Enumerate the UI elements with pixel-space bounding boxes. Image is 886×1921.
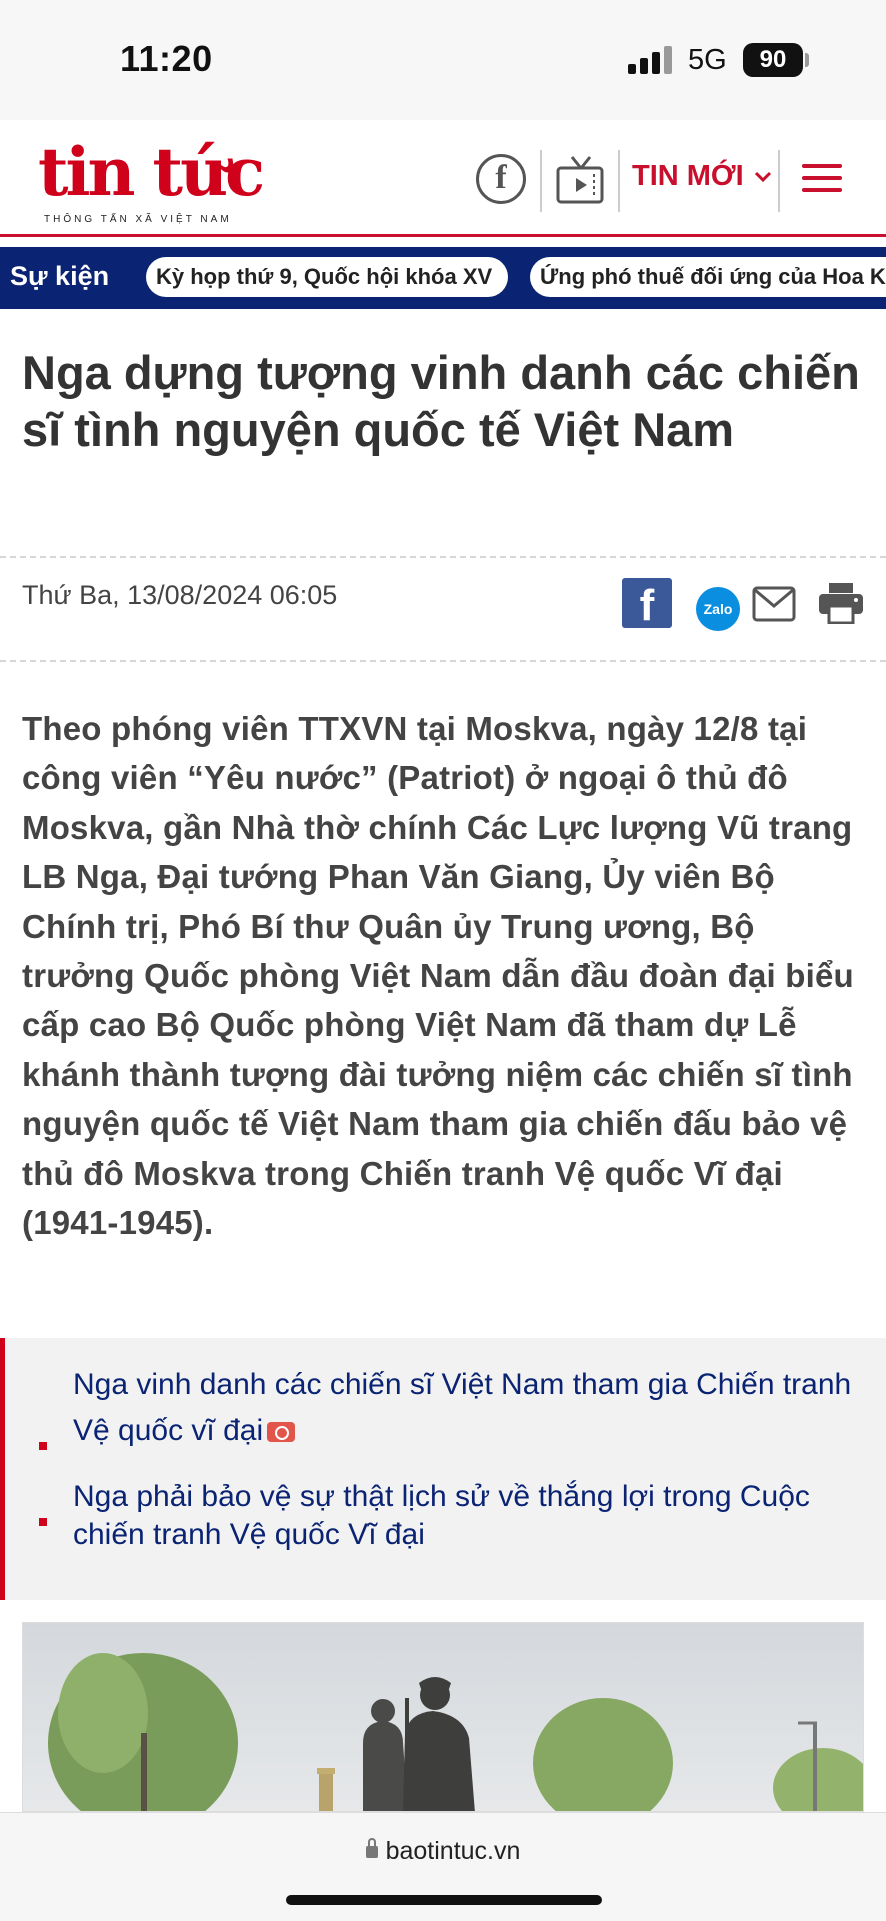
mail-share-icon[interactable]	[752, 586, 796, 622]
browser-bottom-bar: baotintuc.vn	[0, 1812, 886, 1921]
network-type: 5G	[688, 44, 727, 76]
divider	[778, 150, 780, 212]
divider	[618, 150, 620, 212]
related-link-text[interactable]: Nga vinh danh các chiến sĩ Việt Nam tham…	[73, 1368, 851, 1447]
signal-icon	[628, 46, 674, 74]
bullet	[39, 1518, 47, 1526]
status-bar: 11:20 5G 90	[0, 0, 886, 120]
related-articles: Nga vinh danh các chiến sĩ Việt Nam tham…	[0, 1338, 886, 1600]
status-time: 11:20	[120, 38, 213, 79]
article-title: Nga dựng tượng vinh danh các chiến sĩ tì…	[22, 346, 860, 456]
chevron-down-icon	[754, 172, 771, 183]
divider	[540, 150, 542, 212]
site-header: tin tức THÔNG TẤN XÃ VIỆT NAM f TIN MỚI	[0, 120, 886, 237]
divider	[0, 660, 886, 662]
article-lead: Theo phóng viên TTXVN tại Moskva, ngày 1…	[22, 710, 854, 1242]
event-tag[interactable]: Ứng phó thuế đối ứng của Hoa Kỳ	[530, 257, 886, 297]
battery-icon: 90	[743, 43, 803, 77]
event-tag[interactable]: Kỳ họp thứ 9, Quốc hội khóa XV	[146, 257, 508, 297]
url-text: baotintuc.vn	[385, 1837, 521, 1865]
camera-icon	[267, 1422, 296, 1443]
site-logo[interactable]: tin tức THÔNG TẤN XÃ VIỆT NAM	[38, 132, 268, 232]
latest-news-label: TIN MỚI	[632, 160, 744, 192]
event-label: Sự kiện	[10, 261, 110, 291]
article-image[interactable]	[22, 1622, 864, 1812]
home-indicator[interactable]	[286, 1895, 602, 1905]
print-icon[interactable]	[818, 582, 864, 625]
latest-news-menu[interactable]: TIN MỚI	[632, 160, 772, 193]
facebook-share-icon[interactable]: f	[622, 578, 672, 628]
lock-icon	[365, 1838, 378, 1859]
divider	[0, 556, 886, 558]
zalo-share-icon[interactable]: Zalo	[696, 587, 740, 631]
logo-text: tin tức	[38, 133, 265, 211]
related-link-text[interactable]: Nga phải bảo vệ sự thật lịch sử về thắng…	[73, 1478, 883, 1554]
battery-tip	[805, 53, 809, 67]
logo-subtitle: THÔNG TẤN XÃ VIỆT NAM	[44, 214, 232, 225]
menu-icon[interactable]	[802, 164, 844, 194]
facebook-icon[interactable]: f	[476, 154, 526, 204]
tv-icon[interactable]	[556, 154, 606, 210]
address-bar[interactable]: baotintuc.vn	[0, 1837, 886, 1866]
bullet	[39, 1442, 47, 1450]
article-date: Thứ Ba, 13/08/2024 06:05	[22, 580, 338, 610]
event-bar: Sự kiện Kỳ họp thứ 9, Quốc hội khóa XV Ứ…	[0, 247, 886, 309]
